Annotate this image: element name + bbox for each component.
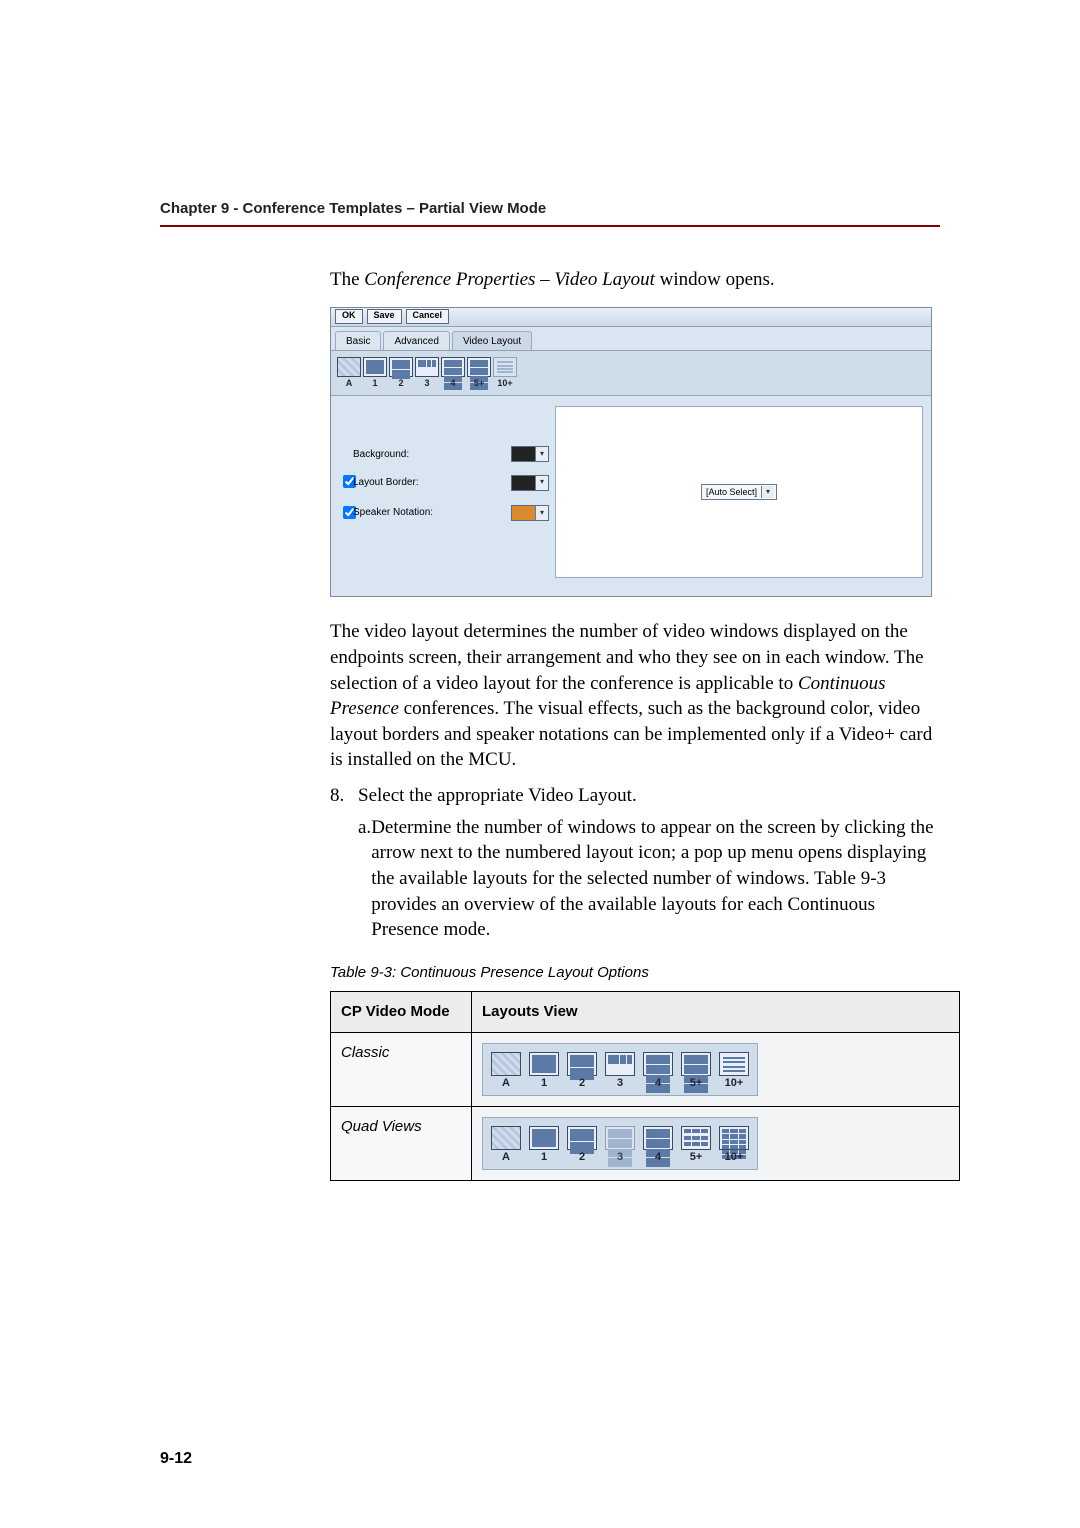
layout-icon-quad-10plus: 10+ [719,1126,749,1165]
layout-icon-classic-5plus: 5+ [681,1052,711,1091]
layout-option-4[interactable]: 4 [441,357,465,389]
intro-post: window opens. [655,269,775,290]
layout-border-label: Layout Border: [353,476,511,490]
mode-cell-quad: Quad Views [331,1107,472,1181]
tab-basic[interactable]: Basic [335,331,381,351]
background-color-picker[interactable]: ▾ [511,446,549,462]
layout-icon-quad-3: 3 [605,1126,635,1165]
label: 10+ [725,1076,744,1091]
header-rule [160,225,940,227]
tab-video-layout[interactable]: Video Layout [452,331,532,351]
layout-icon-classic-2: 2 [567,1052,597,1091]
layout-icon-quad-2: 2 [567,1126,597,1165]
label: 5+ [690,1150,703,1165]
label: 1 [541,1150,547,1165]
step-8-text: Select the appropriate Video Layout. [358,783,637,809]
window-title-bar: OK Save Cancel [331,308,931,327]
dropdown-arrow-icon: ▾ [535,476,548,490]
view-cell-classic: A 1 2 3 4 5+ 10+ [472,1033,960,1107]
layout-icon-classic-3: 3 [605,1052,635,1091]
window-body: Background: ▾ Layout Border: ▾ Speaker N… [331,396,931,596]
layout-icon-classic-4: 4 [643,1052,673,1091]
running-header: Chapter 9 - Conference Templates – Parti… [160,200,940,217]
layout-row-classic: A 1 2 3 4 5+ 10+ [482,1043,758,1096]
layout-label-5: 5+ [474,377,484,389]
step-8-text-a: Select the appropriate [358,785,528,806]
layout-option-3[interactable]: 3 [415,357,439,389]
table-row: Classic A 1 2 3 4 5+ 10+ [331,1033,960,1107]
layout-icon-classic-1: 1 [529,1052,559,1091]
dropdown-arrow-icon: ▾ [535,506,548,520]
table-caption: Table 9-3: Continuous Presence Layout Op… [330,963,940,983]
intro-ital: Conference Properties – Video Layout [364,269,655,290]
layout-picker-bar: A 1 2 3 4 5+ 10+ [331,351,931,396]
step-8a-letter: a. [358,815,371,943]
tab-advanced[interactable]: Advanced [383,331,449,351]
table-head-mode: CP Video Mode [331,992,472,1033]
layout-option-10plus[interactable]: 10+ [493,357,517,389]
layout-border-color-picker[interactable]: ▾ [511,475,549,491]
label: 2 [579,1076,585,1091]
label: A [502,1076,510,1091]
layout-label-A: A [346,377,353,389]
layout-preview-pane: [Auto Select] ▾ [555,406,923,578]
layout-option-A[interactable]: A [337,357,361,389]
layout-label-2: 2 [398,377,403,389]
ok-button[interactable]: OK [335,309,363,324]
label: 4 [655,1076,661,1091]
label: 5+ [690,1076,703,1091]
dropdown-arrow-icon: ▾ [761,486,774,498]
table-9-3: CP Video Mode Layouts View Classic A 1 2… [330,991,960,1181]
para-b: conferences. The visual effects, such as… [330,698,932,770]
layout-label-10: 10+ [497,377,512,389]
auto-select-value: [Auto Select] [706,486,757,498]
layout-icon-quad-1: 1 [529,1126,559,1165]
background-row: Background: ▾ [339,446,549,462]
speaker-notation-label: Speaker Notation: [353,506,511,520]
step-8-number: 8. [330,783,358,809]
layout-label-3: 3 [424,377,429,389]
tab-strip: Basic Advanced Video Layout [331,327,931,352]
table-head-view: Layouts View [472,992,960,1033]
conference-properties-screenshot: OK Save Cancel Basic Advanced Video Layo… [330,307,932,598]
cancel-button[interactable]: Cancel [406,309,450,324]
step-8-ital: Video Layout [528,785,632,806]
layout-row-quad: A 1 2 3 4 5+ 10+ [482,1117,758,1170]
step-8: 8. Select the appropriate Video Layout. [330,783,940,809]
label: 1 [541,1076,547,1091]
label: A [502,1150,510,1165]
layout-option-2[interactable]: 2 [389,357,413,389]
label: 4 [655,1150,661,1165]
layout-icon-quad-4: 4 [643,1126,673,1165]
layout-icon-quad-A: A [491,1126,521,1165]
speaker-notation-color-picker[interactable]: ▾ [511,505,549,521]
intro-sentence: The Conference Properties – Video Layout… [330,267,940,293]
intro-pre: The [330,269,364,290]
table-row: Quad Views A 1 2 3 4 5+ 10+ [331,1107,960,1181]
layout-label-1: 1 [372,377,377,389]
auto-select-dropdown[interactable]: [Auto Select] ▾ [701,484,777,500]
step-8a: a. Determine the number of windows to ap… [358,815,940,943]
label: 2 [579,1150,585,1165]
layout-option-5plus[interactable]: 5+ [467,357,491,389]
layout-border-row: Layout Border: ▾ [339,472,549,493]
page-number: 9-12 [160,1450,192,1468]
layout-icon-quad-5plus: 5+ [681,1126,711,1165]
layout-icon-classic-A: A [491,1052,521,1091]
layout-explanation-paragraph: The video layout determines the number o… [330,619,940,773]
mode-cell-classic: Classic [331,1033,472,1107]
speaker-notation-row: Speaker Notation: ▾ [339,503,549,524]
dropdown-arrow-icon: ▾ [535,447,548,461]
layout-option-1[interactable]: 1 [363,357,387,389]
layout-icon-classic-10plus: 10+ [719,1052,749,1091]
layout-label-4: 4 [450,377,455,389]
save-button[interactable]: Save [367,309,402,324]
background-label: Background: [353,448,511,462]
label: 3 [617,1076,623,1091]
label: 10+ [725,1150,744,1165]
form-column: Background: ▾ Layout Border: ▾ Speaker N… [339,406,549,578]
step-8-text-b: . [632,785,637,806]
view-cell-quad: A 1 2 3 4 5+ 10+ [472,1107,960,1181]
step-8a-text: Determine the number of windows to appea… [371,815,940,943]
